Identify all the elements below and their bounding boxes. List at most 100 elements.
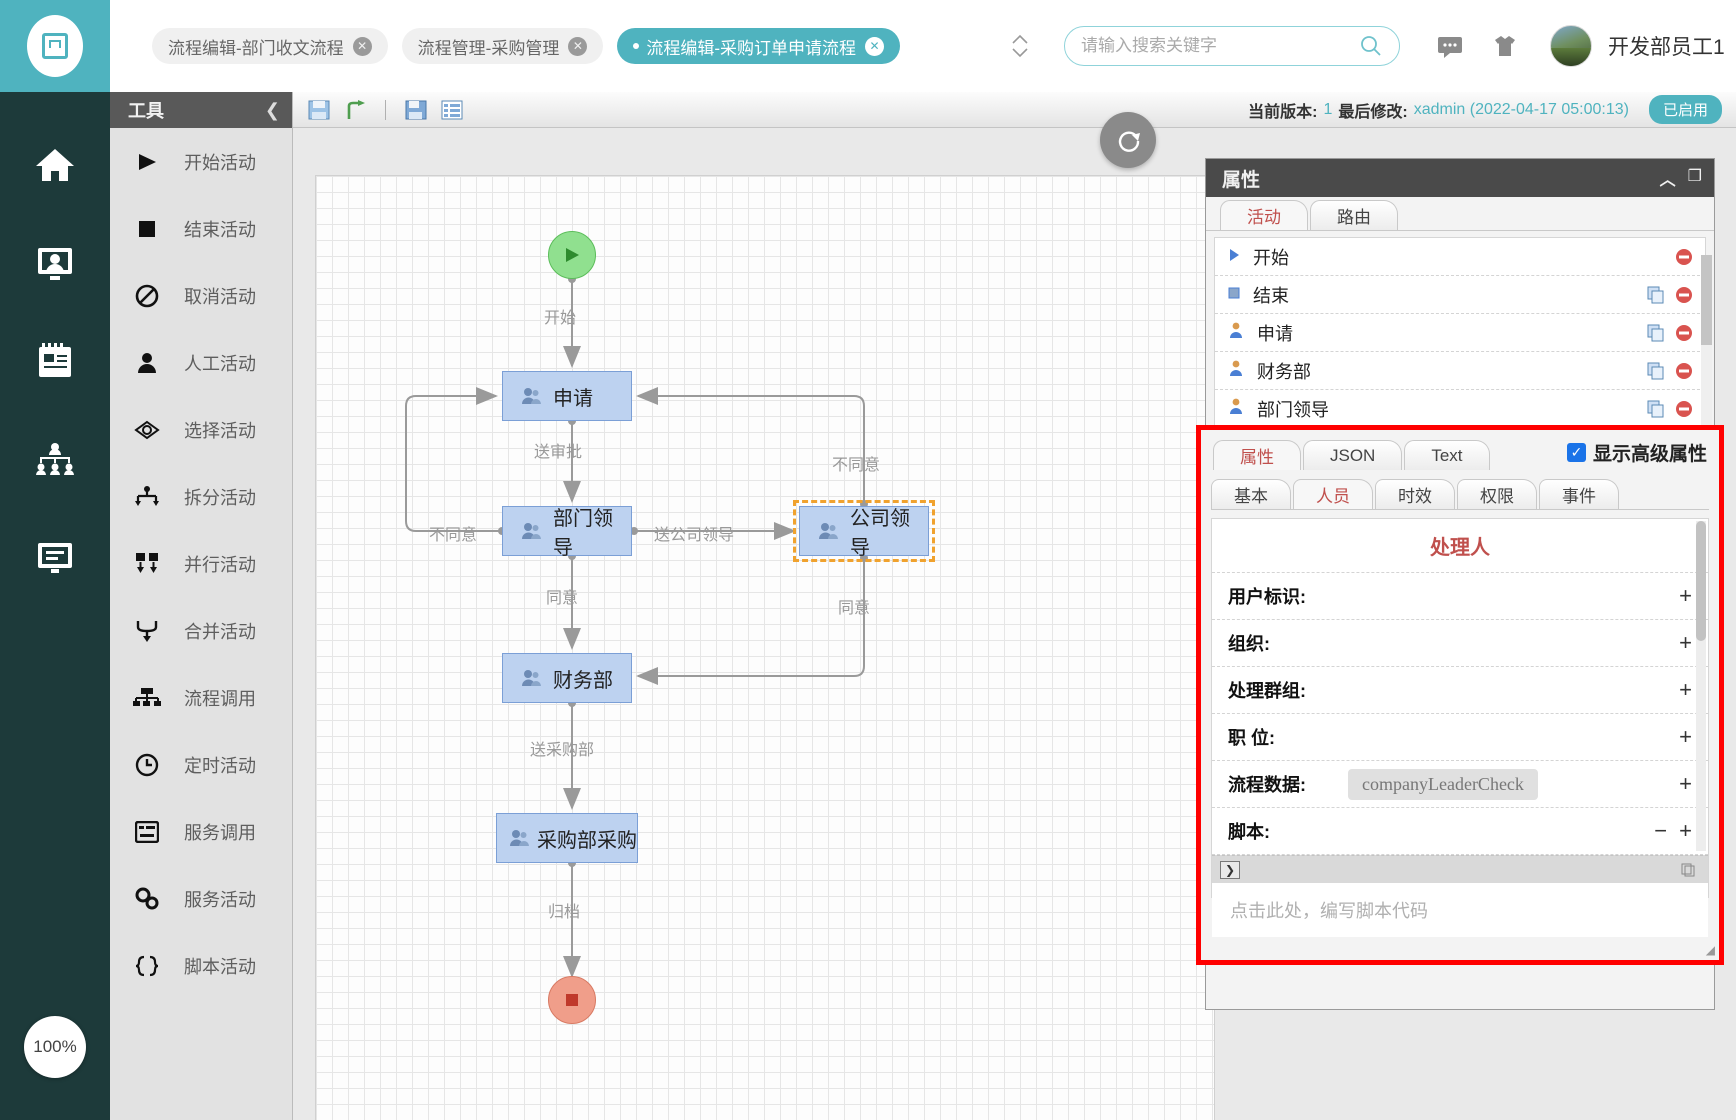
tool-item-start-activity[interactable]: 开始活动 xyxy=(110,128,292,195)
form-scrollbar[interactable] xyxy=(1696,521,1706,851)
tab-scroll-stepper[interactable] xyxy=(1010,32,1030,60)
version-label: 当前版本: xyxy=(1248,103,1318,121)
subtab-basic[interactable]: 基本 xyxy=(1211,479,1291,509)
tool-item-parallel-activity[interactable]: 并行活动 xyxy=(110,530,292,597)
flow-node-purchase[interactable]: 采购部采购 xyxy=(496,813,638,863)
nav-organization[interactable] xyxy=(0,410,110,508)
nav-home[interactable] xyxy=(0,116,110,214)
save-as-icon[interactable] xyxy=(404,99,428,121)
add-icon[interactable]: + xyxy=(1679,818,1692,844)
search-input[interactable] xyxy=(1081,36,1360,56)
remove-icon[interactable]: − xyxy=(1654,818,1667,844)
close-icon[interactable]: ✕ xyxy=(352,36,372,56)
tab-activity[interactable]: 活动 xyxy=(1220,200,1308,230)
copy-icon[interactable] xyxy=(1647,324,1665,342)
copy-icon[interactable] xyxy=(1647,286,1665,304)
save-blue-icon[interactable] xyxy=(307,99,331,121)
delete-icon[interactable] xyxy=(1675,286,1693,304)
subtab-permission[interactable]: 权限 xyxy=(1457,479,1537,509)
tool-item-merge-activity[interactable]: 合并活动 xyxy=(110,597,292,664)
tab-process-edit-dept[interactable]: 流程编辑-部门收文流程 ✕ xyxy=(152,28,388,64)
field-process-data[interactable]: 流程数据: companyLeaderCheck + xyxy=(1212,761,1708,808)
zoom-level-badge[interactable]: 100% xyxy=(24,1016,86,1078)
subtab-personnel[interactable]: 人员 xyxy=(1293,479,1373,509)
nav-portal[interactable] xyxy=(0,214,110,312)
flow-node-finance[interactable]: 财务部 xyxy=(502,653,632,703)
resize-grip-icon[interactable]: ◢ xyxy=(1706,943,1715,957)
tab-text[interactable]: Text xyxy=(1404,440,1490,470)
field-handler-group[interactable]: 处理群组: + xyxy=(1212,667,1708,714)
field-user-id[interactable]: 用户标识: + xyxy=(1212,573,1708,620)
maximize-icon[interactable]: ❐ xyxy=(1688,166,1702,190)
search-icon[interactable] xyxy=(1359,34,1383,58)
add-icon[interactable]: + xyxy=(1679,677,1692,703)
tool-item-timer-activity[interactable]: 定时活动 xyxy=(110,731,292,798)
subtab-event[interactable]: 事件 xyxy=(1539,479,1619,509)
chevron-left-icon[interactable]: ❮ xyxy=(265,100,280,121)
field-script[interactable]: 脚本: − + xyxy=(1212,808,1708,855)
flow-node-start[interactable] xyxy=(548,231,596,279)
list-item[interactable]: 开始 xyxy=(1215,238,1705,276)
tool-item-service-call[interactable]: 服务调用 xyxy=(110,798,292,865)
tool-item-cancel-activity[interactable]: 取消活动 xyxy=(110,262,292,329)
tool-item-service-activity[interactable]: 服务活动 xyxy=(110,865,292,932)
tool-item-manual-activity[interactable]: 人工活动 xyxy=(110,329,292,396)
list-item[interactable]: 申请 xyxy=(1215,314,1705,352)
list-icon[interactable] xyxy=(440,99,464,121)
tab-process-edit-purchase-order[interactable]: 流程编辑-采购订单申请流程 ✕ xyxy=(617,28,901,64)
flow-node-apply[interactable]: 申请 xyxy=(502,371,632,421)
shirt-icon[interactable] xyxy=(1492,33,1518,59)
copy-icon[interactable] xyxy=(1647,400,1665,418)
field-position[interactable]: 职 位: + xyxy=(1212,714,1708,761)
list-item[interactable]: 部门领导 xyxy=(1215,390,1705,428)
delete-icon[interactable] xyxy=(1675,248,1693,266)
script-code-editor[interactable]: 点击此处，编写脚本代码 xyxy=(1212,883,1708,937)
nav-workbench[interactable] xyxy=(0,508,110,606)
add-icon[interactable]: + xyxy=(1679,771,1692,797)
expand-code-icon[interactable]: ❯ xyxy=(1220,860,1240,879)
tab-json[interactable]: JSON xyxy=(1303,440,1403,470)
scrollbar-thumb[interactable] xyxy=(1701,255,1712,345)
copy-code-icon[interactable] xyxy=(1678,861,1698,879)
tool-item-end-activity[interactable]: 结束活动 xyxy=(110,195,292,262)
delete-icon[interactable] xyxy=(1675,324,1693,342)
avatar[interactable] xyxy=(1550,25,1593,67)
list-item[interactable]: 财务部 xyxy=(1215,352,1705,390)
message-icon[interactable] xyxy=(1436,34,1464,58)
close-icon[interactable]: ✕ xyxy=(865,36,885,56)
add-icon[interactable]: + xyxy=(1679,724,1692,750)
tool-item-choice-activity[interactable]: 选择活动 xyxy=(110,396,292,463)
process-data-value[interactable]: companyLeaderCheck xyxy=(1348,768,1538,800)
add-icon[interactable]: + xyxy=(1679,630,1692,656)
subtab-timeliness[interactable]: 时效 xyxy=(1375,479,1455,509)
tab-label: 流程编辑-采购订单申请流程 xyxy=(646,38,857,58)
tab-properties[interactable]: 属性 xyxy=(1213,440,1301,470)
scrollbar-thumb[interactable] xyxy=(1696,521,1706,641)
nav-documents[interactable] xyxy=(0,312,110,410)
tool-item-split-activity[interactable]: 拆分活动 xyxy=(110,463,292,530)
tool-item-subprocess-call[interactable]: 流程调用 xyxy=(110,664,292,731)
sync-refresh-icon[interactable] xyxy=(1100,112,1156,168)
copy-icon[interactable] xyxy=(1647,362,1665,380)
flow-node-dept-leader[interactable]: 部门领导 xyxy=(502,506,632,559)
deploy-green-arrow-icon[interactable] xyxy=(343,99,367,121)
add-icon[interactable]: + xyxy=(1679,583,1692,609)
person-icon xyxy=(521,387,541,405)
checkbox-icon[interactable]: ✓ xyxy=(1566,443,1586,462)
delete-icon[interactable] xyxy=(1675,400,1693,418)
app-logo[interactable] xyxy=(0,0,110,92)
close-icon[interactable]: ✕ xyxy=(568,36,588,56)
flow-node-end[interactable] xyxy=(548,976,596,1024)
flow-canvas[interactable]: 申请 部门领导 公司领导 财务部 采购部采购 开始 送审批 不同意 送公司领导 … xyxy=(315,175,1215,1120)
show-advanced-properties-checkbox[interactable]: ✓ 显示高级属性 xyxy=(1566,439,1719,470)
tab-route[interactable]: 路由 xyxy=(1310,200,1398,230)
delete-icon[interactable] xyxy=(1675,362,1693,380)
tool-item-script-activity[interactable]: 脚本活动 xyxy=(110,932,292,999)
flow-node-company-leader[interactable]: 公司领导 xyxy=(793,500,935,562)
field-organization[interactable]: 组织: + xyxy=(1212,620,1708,667)
tab-process-mgmt-purchase[interactable]: 流程管理-采购管理 ✕ xyxy=(401,28,604,64)
chevron-up-icon[interactable]: ︿ xyxy=(1660,166,1676,190)
properties-title: 属性 xyxy=(1222,169,1261,191)
list-item[interactable]: 结束 xyxy=(1215,276,1705,314)
search-box[interactable] xyxy=(1064,26,1401,66)
